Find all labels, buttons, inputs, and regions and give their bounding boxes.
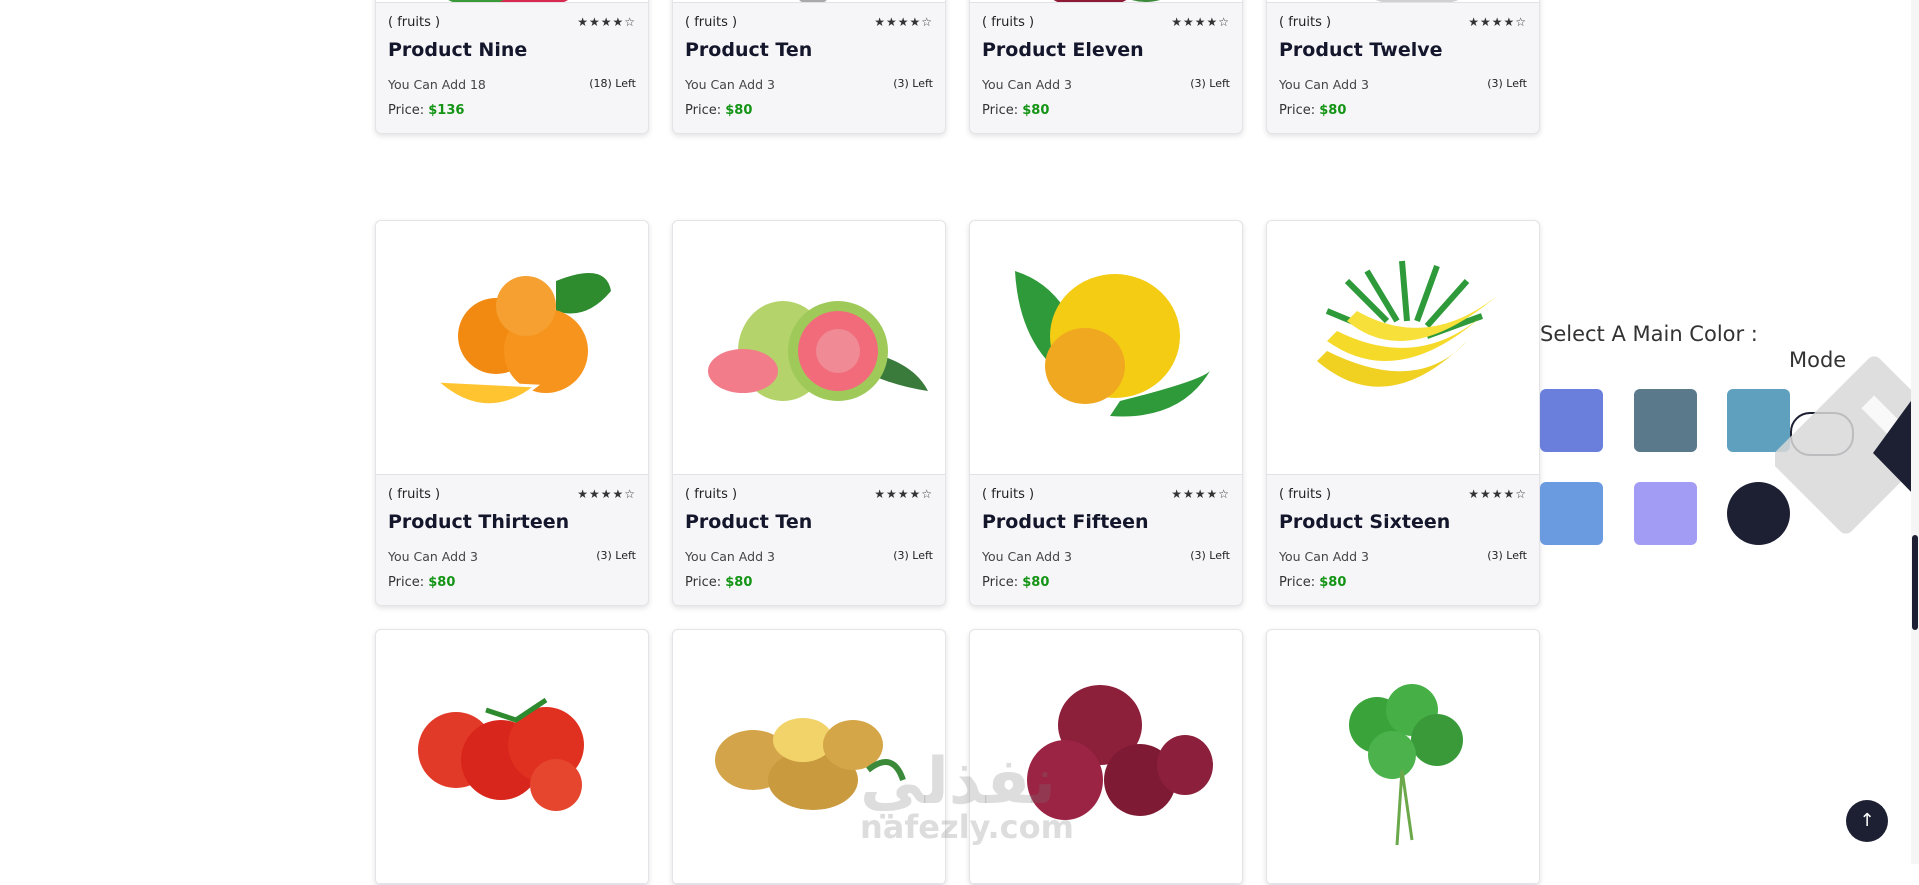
stock-left: (3) Left	[596, 549, 636, 562]
watermark-arabic: نفذلي	[860, 745, 1056, 819]
rating-stars: ★★★★☆	[874, 487, 933, 501]
stock-left: (3) Left	[1487, 549, 1527, 562]
product-card[interactable]: ( fruits ) ★★★★☆ Product Fifteen You Can…	[969, 220, 1243, 606]
product-card[interactable]: ( fruits ) ★★★★☆ Product Twelve You Can …	[1266, 0, 1540, 134]
product-image	[1267, 221, 1539, 475]
can-add-text: You Can Add 3	[685, 549, 775, 564]
rating-stars: ★★★★☆	[874, 15, 933, 29]
price-value: $80	[428, 575, 456, 590]
scrollbar-thumb[interactable]	[1912, 535, 1918, 630]
arrow-up-icon: ↑	[1859, 810, 1875, 831]
product-name[interactable]: Product Eleven	[982, 39, 1144, 61]
price-label: Price:	[982, 575, 1019, 590]
price-value: $80	[1022, 103, 1050, 118]
product-price: Price: $80	[685, 575, 752, 590]
product-category: ( fruits )	[388, 487, 441, 502]
can-add-text: You Can Add 3	[982, 549, 1072, 564]
price-label: Price:	[1279, 103, 1316, 118]
color-settings-title: Select A Main Color :	[1540, 322, 1758, 346]
can-add-text: You Can Add 3	[685, 77, 775, 92]
product-category: ( fruits )	[685, 487, 738, 502]
stock-left: (3) Left	[893, 549, 933, 562]
price-value: $136	[428, 103, 465, 118]
price-label: Price:	[685, 103, 722, 118]
product-category: ( fruits )	[982, 487, 1035, 502]
rating-stars: ★★★★☆	[577, 487, 636, 501]
product-category: ( fruits )	[388, 15, 441, 30]
stock-left: (18) Left	[589, 77, 636, 90]
product-card[interactable]: ( fruits ) ★★★★☆ Product Thirteen You Ca…	[375, 220, 649, 606]
watermark-latin: nafezly.com	[860, 808, 1074, 846]
product-category: ( fruits )	[982, 15, 1035, 30]
color-swatch-indigo[interactable]	[1540, 389, 1603, 452]
price-label: Price:	[388, 575, 425, 590]
product-category: ( fruits )	[685, 15, 738, 30]
product-price: Price: $80	[982, 575, 1049, 590]
product-card[interactable]: ( fruits ) ★★★★☆ Product Ten You Can Add…	[672, 220, 946, 606]
can-add-text: You Can Add 3	[388, 549, 478, 564]
rating-stars: ★★★★☆	[1468, 487, 1527, 501]
product-price: Price: $136	[388, 103, 464, 118]
color-swatch-lavender[interactable]	[1634, 482, 1697, 545]
product-name[interactable]: Product Sixteen	[1279, 511, 1450, 533]
can-add-text: You Can Add 18	[388, 77, 486, 92]
product-card[interactable]: ( fruits ) ★★★★☆ Product Sixteen You Can…	[1266, 220, 1540, 606]
product-price: Price: $80	[982, 103, 1049, 118]
stock-left: (3) Left	[1190, 549, 1230, 562]
product-image	[1267, 630, 1539, 884]
price-value: $80	[725, 103, 753, 118]
price-value: $80	[725, 575, 753, 590]
product-category: ( fruits )	[1279, 487, 1332, 502]
can-add-text: You Can Add 3	[982, 77, 1072, 92]
price-label: Price:	[388, 103, 425, 118]
product-price: Price: $80	[388, 575, 455, 590]
stock-left: (3) Left	[1487, 77, 1527, 90]
can-add-text: You Can Add 3	[1279, 77, 1369, 92]
price-label: Price:	[685, 575, 722, 590]
product-card[interactable]: ( fruits ) ★★★★☆ Product Ten You Can Add…	[672, 0, 946, 134]
page-scrollbar[interactable]	[1911, 0, 1919, 864]
product-card[interactable]	[1266, 629, 1540, 885]
watermark-logo: نفذلي nafezly.com	[860, 750, 1074, 846]
price-value: $80	[1022, 575, 1050, 590]
settings-gear-icon[interactable]	[1775, 340, 1919, 545]
price-value: $80	[1319, 103, 1347, 118]
rating-stars: ★★★★☆	[1171, 487, 1230, 501]
product-name[interactable]: Product Ten	[685, 511, 812, 533]
product-category: ( fruits )	[1279, 15, 1332, 30]
product-price: Price: $80	[1279, 575, 1346, 590]
product-image	[970, 221, 1242, 475]
price-label: Price:	[1279, 575, 1316, 590]
stock-left: (3) Left	[1190, 77, 1230, 90]
product-image	[376, 630, 648, 884]
color-swatch-slate[interactable]	[1634, 389, 1697, 452]
product-image	[376, 221, 648, 475]
rating-stars: ★★★★☆	[577, 15, 636, 29]
price-value: $80	[1319, 575, 1347, 590]
product-card[interactable]: ( fruits ) ★★★★☆ Product Eleven You Can …	[969, 0, 1243, 134]
product-price: Price: $80	[685, 103, 752, 118]
product-card[interactable]: ( fruits ) ★★★★☆ Product Nine You Can Ad…	[375, 0, 649, 134]
scroll-to-top-button[interactable]: ↑	[1846, 800, 1888, 842]
product-price: Price: $80	[1279, 103, 1346, 118]
product-card[interactable]	[375, 629, 649, 885]
color-swatch-blue[interactable]	[1540, 482, 1603, 545]
product-name[interactable]: Product Thirteen	[388, 511, 569, 533]
price-label: Price:	[982, 103, 1019, 118]
product-image	[673, 221, 945, 475]
product-name[interactable]: Product Twelve	[1279, 39, 1443, 61]
product-name[interactable]: Product Fifteen	[982, 511, 1149, 533]
stock-left: (3) Left	[893, 77, 933, 90]
can-add-text: You Can Add 3	[1279, 549, 1369, 564]
rating-stars: ★★★★☆	[1171, 15, 1230, 29]
product-name[interactable]: Product Ten	[685, 39, 812, 61]
product-name[interactable]: Product Nine	[388, 39, 527, 61]
rating-stars: ★★★★☆	[1468, 15, 1527, 29]
